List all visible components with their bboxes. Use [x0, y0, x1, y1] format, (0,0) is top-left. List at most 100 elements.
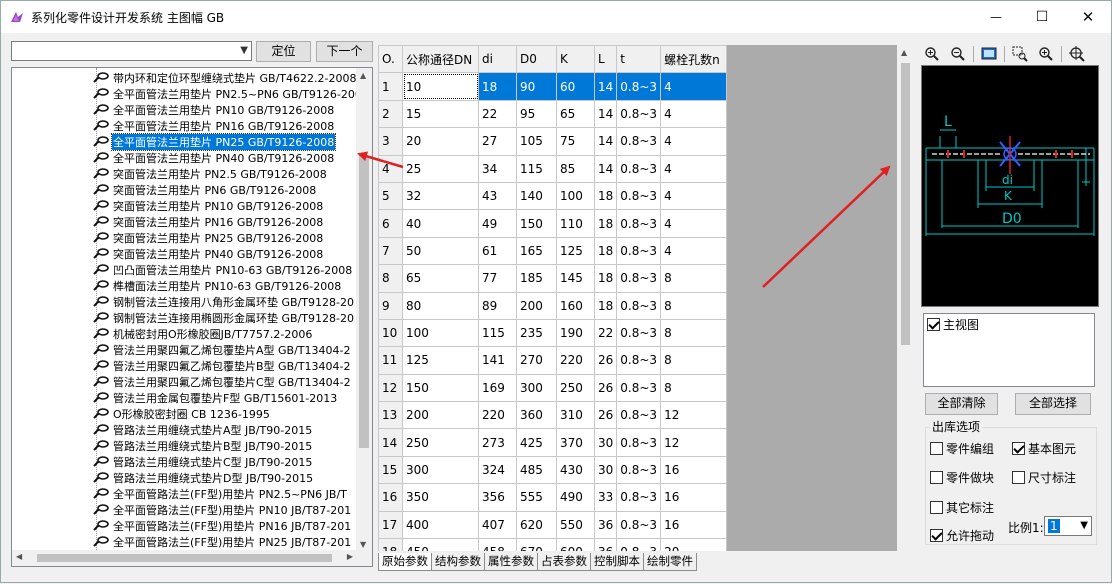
table-cell[interactable]: 4 — [660, 127, 728, 156]
table-cell[interactable]: 18 — [593, 236, 618, 266]
table-cell[interactable]: 10 — [402, 72, 479, 101]
table-cell[interactable]: 34 — [478, 154, 517, 183]
table-cell[interactable]: 350 — [402, 483, 479, 512]
table-cell[interactable]: 61 — [478, 236, 517, 266]
table-cell[interactable]: 0.8~3 — [616, 127, 662, 156]
table-cell[interactable]: 145 — [556, 264, 595, 293]
table-cell[interactable]: 43 — [478, 181, 517, 211]
tree-item[interactable]: 全平面管法兰用垫片 PN2.5~PN6 GB/T9126-200 — [92, 86, 357, 102]
tree-item[interactable]: 突面管法兰用垫片 PN10 GB/T9126-2008 — [92, 198, 324, 214]
tree-horizontal-scrollbar[interactable]: ◀ ▶ — [12, 550, 357, 566]
table-cell[interactable]: 485 — [516, 455, 557, 485]
table-row[interactable]: 11 125 141 270 220 26 0.8~3 8 — [378, 346, 728, 375]
table-row[interactable]: 5 32 43 140 100 18 0.8~3 4 — [378, 181, 728, 211]
table-cell[interactable]: 36 — [593, 510, 618, 540]
table-cell[interactable]: 670 — [516, 538, 557, 551]
table-cell[interactable]: 550 — [556, 510, 595, 540]
table-row[interactable]: 1 10 18 90 60 14 0.8~3 4 — [378, 72, 728, 101]
table-cell[interactable]: 190 — [556, 318, 595, 348]
tree-item[interactable]: 钢制管法兰连接用椭圆形金属环垫 GB/T9128-20 — [92, 310, 355, 326]
table-cell[interactable]: 0.8~3 — [616, 181, 662, 211]
scroll-left-icon[interactable]: ◀ — [16, 552, 22, 561]
tree-item[interactable]: 带内环和定位环型缠绕式垫片 GB/T4622.2-2008 — [92, 70, 357, 86]
column-header[interactable]: D0 — [516, 45, 557, 74]
tree-item[interactable]: 全平面管路法兰(FF型)用垫片 PN25 JB/T87-201 — [92, 534, 352, 550]
table-cell[interactable]: 555 — [516, 483, 557, 512]
table-cell[interactable]: 220 — [556, 346, 595, 375]
table-cell[interactable]: 270 — [516, 346, 557, 375]
dimension-checkbox[interactable]: 尺寸标注 — [1012, 469, 1076, 486]
table-cell[interactable]: 40 — [402, 209, 479, 238]
cad-preview[interactable]: L di K D0 — [921, 65, 1099, 307]
table-cell[interactable]: 65 — [556, 99, 595, 129]
table-cell[interactable]: 33 — [593, 483, 618, 512]
clear-all-button[interactable]: 全部清除 — [925, 393, 998, 415]
tree-item[interactable]: 突面管法兰用垫片 PN40 GB/T9126-2008 — [92, 246, 324, 262]
table-cell[interactable]: 110 — [556, 209, 595, 238]
table-row[interactable]: 13 200 220 360 310 26 0.8~3 12 — [378, 401, 728, 430]
table-cell[interactable]: 324 — [478, 455, 517, 485]
part-tree[interactable]: 带内环和定位环型缠绕式垫片 GB/T4622.2-2008 全平面管法兰用垫片 P… — [11, 67, 373, 567]
sheet-tab[interactable]: 占表参数 — [537, 553, 591, 571]
checkbox-box[interactable] — [930, 471, 943, 484]
tree-vertical-scrollbar[interactable]: ▲ ▼ — [356, 68, 372, 552]
table-cell[interactable]: 16 — [660, 455, 728, 485]
table-cell[interactable]: 140 — [516, 181, 557, 211]
table-cell[interactable]: 77 — [478, 264, 517, 293]
table-cell[interactable]: 8 — [660, 291, 728, 320]
grid-vertical-scrollbar[interactable]: ▲ — [897, 45, 914, 551]
column-header[interactable]: O. — [378, 45, 403, 74]
table-cell[interactable]: 20 — [402, 127, 479, 156]
table-cell[interactable]: 14 — [593, 154, 618, 183]
basic-primitive-checkbox[interactable]: 基本图元 — [1012, 440, 1076, 457]
column-header[interactable]: 公称通径DN — [402, 45, 479, 74]
checkbox-box[interactable] — [930, 529, 943, 542]
grid-scroll-thumb[interactable] — [901, 63, 910, 345]
table-cell[interactable]: 26 — [593, 346, 618, 375]
table-cell[interactable]: 0.8~3 — [616, 428, 662, 457]
table-cell[interactable]: 0.8~3 — [616, 538, 662, 551]
tree-item[interactable]: 突面管法兰用垫片 PN16 GB/T9126-2008 — [92, 214, 324, 230]
table-cell[interactable]: 165 — [516, 236, 557, 266]
table-cell[interactable]: 8 — [660, 373, 728, 403]
scroll-up-icon[interactable]: ▲ — [901, 48, 907, 57]
scale-select[interactable]: 1 ▼ — [1044, 516, 1092, 536]
part-block-checkbox[interactable]: 零件做块 — [930, 469, 994, 486]
table-cell[interactable]: 30 — [593, 428, 618, 457]
table-row[interactable]: 4 25 34 115 85 14 0.8~3 4 — [378, 154, 728, 183]
table-cell[interactable]: 0.8~3 — [616, 510, 662, 540]
tree-item[interactable]: 管路法兰用缠绕式垫片A型 JB/T90-2015 — [92, 422, 313, 438]
table-row[interactable]: 16 350 356 555 490 33 0.8~3 16 — [378, 483, 728, 512]
checkbox-box[interactable] — [927, 318, 940, 331]
tree-item[interactable]: 管路法兰用缠绕式垫片D型 JB/T90-2015 — [92, 470, 314, 486]
tree-item[interactable]: 榫槽面法兰用垫片 PN10-63 GB/T9126-2008 — [92, 278, 342, 294]
table-cell[interactable]: 22 — [478, 99, 517, 129]
table-cell[interactable]: 14 — [593, 127, 618, 156]
table-row[interactable]: 14 250 273 425 370 30 0.8~3 12 — [378, 428, 728, 457]
table-row[interactable]: 8 65 77 185 145 18 0.8~3 8 — [378, 264, 728, 293]
search-combo[interactable]: ▼ — [11, 41, 252, 61]
tree-item[interactable]: 管路法兰用缠绕式垫片B型 JB/T90-2015 — [92, 438, 313, 454]
table-cell[interactable]: 26 — [593, 373, 618, 403]
table-cell[interactable]: 60 — [556, 72, 595, 101]
tree-item[interactable]: 钢制管法兰连接用八角形金属环垫 GB/T9128-20 — [92, 294, 355, 310]
table-cell[interactable]: 4 — [660, 236, 728, 266]
tree-item[interactable]: 全平面管法兰用垫片 PN16 GB/T9126-2008 — [92, 118, 335, 134]
table-cell[interactable]: 356 — [478, 483, 517, 512]
table-cell[interactable]: 80 — [402, 291, 479, 320]
table-cell[interactable]: 0.8~3 — [616, 264, 662, 293]
table-row[interactable]: 9 80 89 200 160 18 0.8~3 8 — [378, 291, 728, 320]
table-cell[interactable]: 16 — [660, 483, 728, 512]
table-cell[interactable]: 0.8~3 — [616, 99, 662, 129]
checkbox-box[interactable] — [930, 501, 943, 514]
tree-item[interactable]: 管法兰用聚四氟乙烯包覆垫片C型 GB/T13404-2 — [92, 374, 352, 390]
table-cell[interactable]: 273 — [478, 428, 517, 457]
column-header[interactable]: 螺栓孔数n — [660, 45, 728, 74]
table-cell[interactable]: 85 — [556, 154, 595, 183]
table-cell[interactable]: 0.8~3 — [616, 318, 662, 348]
table-cell[interactable]: 18 — [593, 181, 618, 211]
table-cell[interactable]: 125 — [402, 346, 479, 375]
table-row[interactable]: 2 15 22 95 65 14 0.8~3 4 — [378, 99, 728, 129]
table-cell[interactable]: 430 — [556, 455, 595, 485]
tree-item[interactable]: 突面管法兰用垫片 PN6 GB/T9126-2008 — [92, 182, 317, 198]
